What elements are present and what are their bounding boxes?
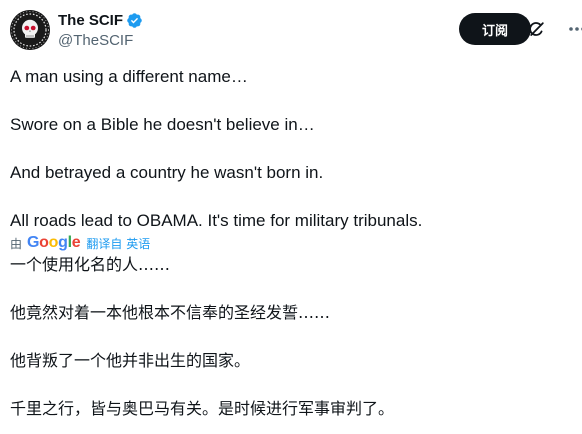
translated-line: 他背叛了一个他并非出生的国家。 [10, 351, 251, 370]
display-name[interactable]: The SCIF [58, 11, 123, 30]
tweet-post: The SCIF @TheSCIF 订阅 A man using a diffe… [0, 0, 582, 434]
post-line: All roads lead to OBAMA. It's time for m… [10, 211, 423, 230]
translated-line: 千里之行，皆与奥巴马有关。是时候进行军事审判了。 [10, 399, 395, 418]
more-icon[interactable] [564, 16, 582, 42]
tweet-header: The SCIF @TheSCIF 订阅 [10, 10, 582, 54]
name-row: The SCIF [58, 11, 143, 30]
author-block: The SCIF @TheSCIF [58, 11, 143, 50]
translation-attribution: 由 Google 翻译自 英语 [10, 233, 570, 253]
post-line: A man using a different name… [10, 67, 248, 86]
google-logo: Google [27, 234, 81, 251]
translated-from-link[interactable]: 翻译自 英语 [86, 235, 150, 252]
handle[interactable]: @TheSCIF [58, 31, 143, 50]
subscribe-button[interactable]: 订阅 [459, 13, 531, 45]
post-line: And betrayed a country he wasn't born in… [10, 163, 324, 182]
translated-by-label: 由 [10, 236, 23, 251]
post-line: Swore on a Bible he doesn't believe in… [10, 115, 315, 134]
grok-icon[interactable] [524, 16, 550, 42]
translated-line: 他竟然对着一本他根本不信奉的圣经发誓…… [10, 303, 331, 322]
translated-line: 一个使用化名的人…… [10, 255, 171, 274]
tweet-body: A man using a different name… Swore on a… [10, 65, 570, 421]
avatar[interactable] [10, 10, 50, 50]
skull-avatar-icon [10, 10, 50, 50]
verified-badge-icon[interactable] [126, 12, 143, 29]
